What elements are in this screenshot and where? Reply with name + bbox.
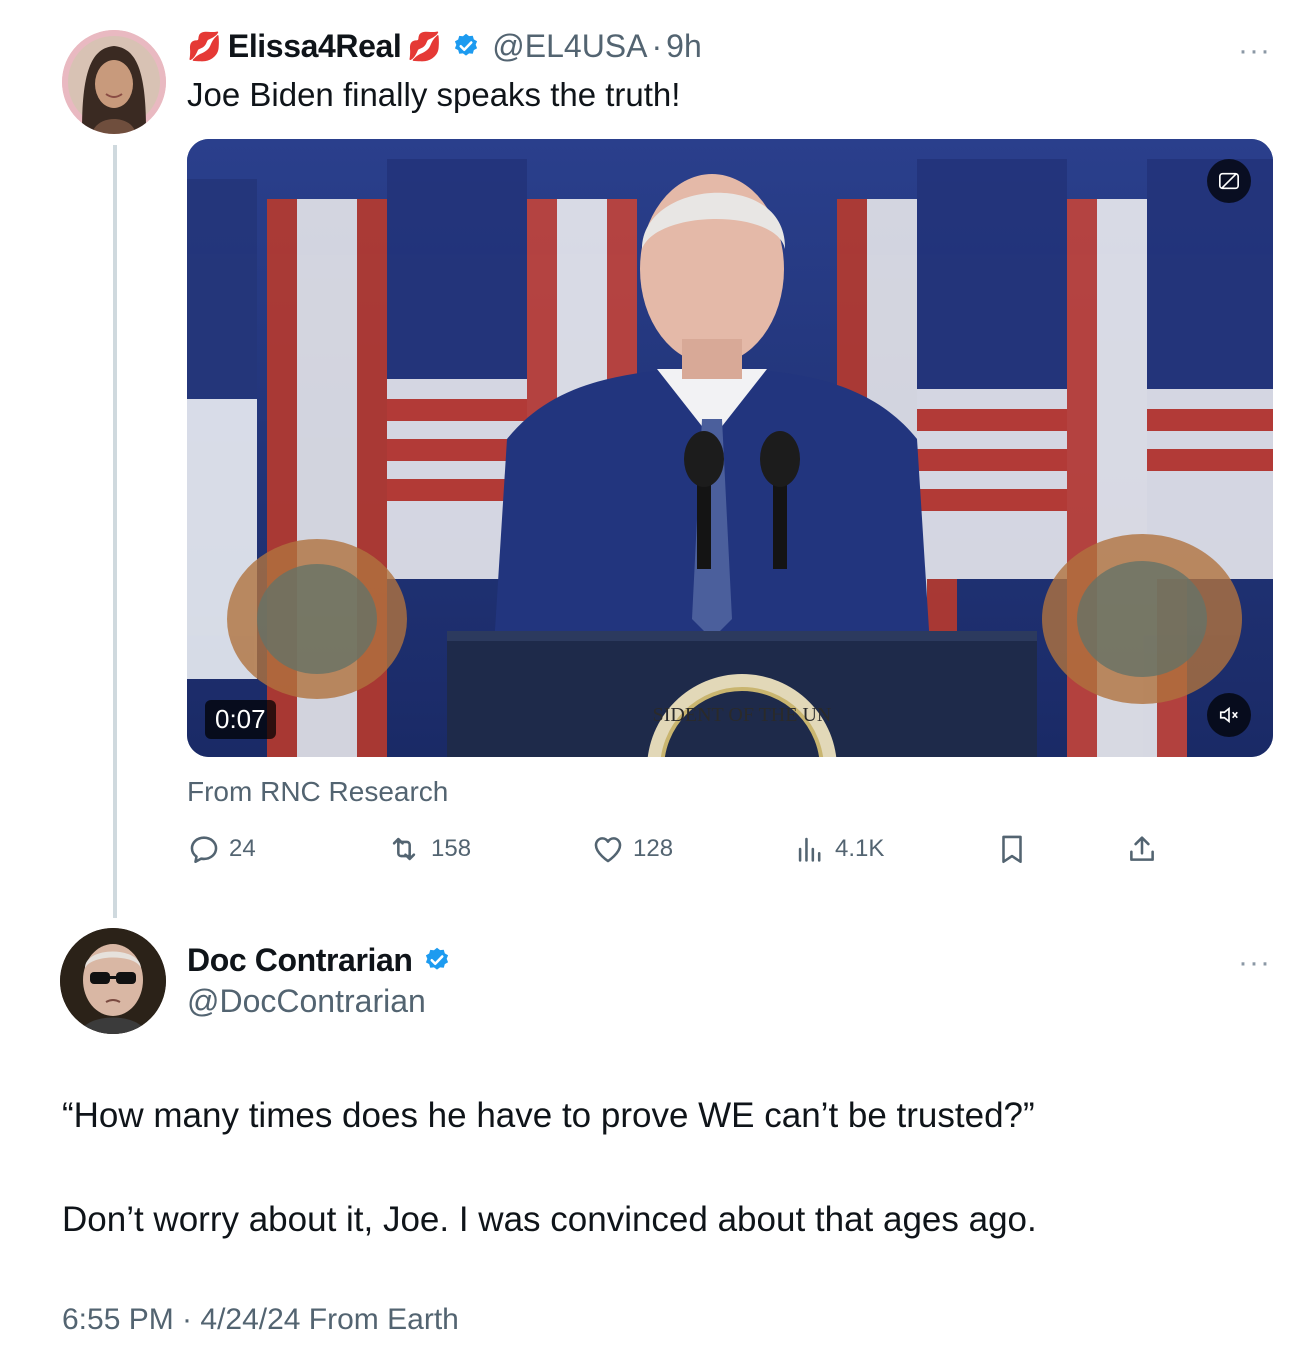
- thread-connector-line: [113, 145, 117, 918]
- author-handle[interactable]: @EL4USA: [492, 28, 647, 65]
- like-button[interactable]: 128: [591, 832, 673, 866]
- bookmark-icon[interactable]: [995, 832, 1037, 866]
- views-button[interactable]: 4.1K: [793, 832, 884, 866]
- avatar-photo: [62, 30, 166, 134]
- author-handle[interactable]: @DocContrarian: [187, 983, 426, 1020]
- tweet-header: Doc Contrarian: [187, 938, 451, 982]
- video-player[interactable]: SIDENT OF THE UN 0:07: [187, 139, 1273, 757]
- retweet-button[interactable]: 158: [385, 832, 471, 866]
- tweet-body-paragraph: “How many times does he have to prove WE…: [62, 1096, 1035, 1135]
- mute-icon[interactable]: [1207, 693, 1251, 737]
- share-icon[interactable]: [1125, 832, 1167, 866]
- author-display-name[interactable]: Elissa4Real: [228, 28, 402, 65]
- retweet-icon: [392, 837, 416, 861]
- more-options-icon[interactable]: ···: [1238, 948, 1271, 978]
- separator-dot: ·: [651, 27, 663, 64]
- avatar-elissa[interactable]: [62, 30, 166, 134]
- reply-icon: [190, 836, 218, 864]
- reply-button[interactable]: 24: [187, 832, 256, 866]
- retweet-count: 158: [431, 835, 472, 862]
- media-source[interactable]: From RNC Research: [187, 776, 448, 808]
- captions-icon[interactable]: [1207, 159, 1251, 203]
- avatar-doc-contrarian[interactable]: [60, 928, 166, 1034]
- views-icon: [798, 837, 821, 862]
- views-count: 4.1K: [835, 835, 885, 862]
- video-duration-badge: 0:07: [205, 700, 276, 739]
- video-frame: SIDENT OF THE UN: [187, 139, 1273, 757]
- like-icon: [594, 837, 622, 863]
- like-count: 128: [633, 835, 674, 862]
- author-display-name[interactable]: Doc Contrarian: [187, 942, 413, 979]
- verified-badge-icon: [452, 32, 480, 60]
- tweet-text: Joe Biden finally speaks the truth!: [187, 76, 681, 113]
- lips-emoji-right: 💋: [407, 30, 443, 62]
- tweet-body-paragraph: Don’t worry about it, Joe. I was convinc…: [62, 1200, 1037, 1239]
- tweet-age[interactable]: 9h: [666, 28, 702, 65]
- tweet-timestamp[interactable]: 6:55 PM · 4/24/24 From Earth: [62, 1303, 459, 1337]
- reply-count: 24: [229, 835, 256, 862]
- seal-text: SIDENT OF THE UN: [653, 704, 832, 726]
- avatar-photo: [60, 928, 166, 1034]
- verified-badge-icon: [423, 946, 451, 974]
- lips-emoji-left: 💋: [187, 30, 222, 62]
- more-options-icon[interactable]: ···: [1238, 36, 1271, 66]
- tweet-header: 💋 Elissa4Real 💋 @EL4USA · 9h: [187, 24, 702, 68]
